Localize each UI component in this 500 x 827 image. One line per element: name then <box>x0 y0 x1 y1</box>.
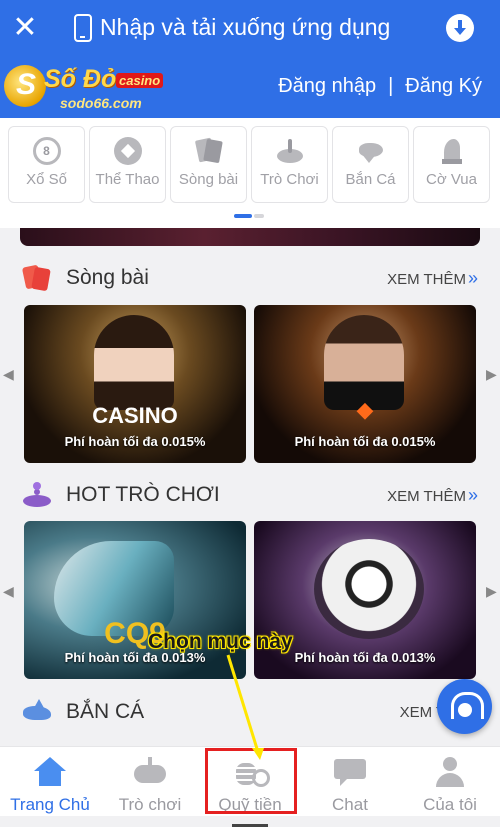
category-pager <box>234 214 264 218</box>
cards-icon <box>195 137 223 165</box>
nav-home[interactable]: Trang Chủ <box>0 747 100 816</box>
phone-icon <box>74 13 92 42</box>
category-list: 8 Xổ Số Thể Thao Sòng bài Trò Chơi Bắn C… <box>0 118 500 203</box>
card-caption: Phí hoàn tối đa 0.015% <box>294 434 436 449</box>
category-games[interactable]: Trò Chơi <box>251 126 328 203</box>
soccer-ball-icon <box>113 137 142 165</box>
app-banner-title[interactable]: Nhập và tải xuống ứng dụng <box>100 14 446 41</box>
close-icon[interactable]: ✕ <box>0 0 50 55</box>
category-casino[interactable]: Sòng bài <box>170 126 247 203</box>
nav-label: Chat <box>332 795 368 814</box>
download-icon[interactable] <box>446 13 474 42</box>
chevron-right-icon: » <box>467 267 478 288</box>
game-card[interactable]: CQ9 Phí hoàn tối đa 0.013% <box>24 521 246 679</box>
chevron-right-icon: » <box>467 484 478 505</box>
see-more-link[interactable]: XEM THÊM» <box>387 268 478 289</box>
scroll-right-icon[interactable]: ▶ <box>486 366 497 383</box>
category-label: Cờ Vua <box>426 171 477 188</box>
card-brand: CASINO <box>92 403 178 428</box>
scroll-right-icon[interactable]: ▶ <box>486 583 497 600</box>
category-bar: 8 Xổ Số Thể Thao Sòng bài Trò Chơi Bắn C… <box>0 118 500 228</box>
joystick-icon <box>22 481 52 509</box>
app-download-banner: ✕ Nhập và tải xuống ứng dụng <box>0 0 500 55</box>
roulette-icon <box>276 137 304 165</box>
fish-icon <box>357 137 385 165</box>
card-caption: Phí hoàn tối đa 0.015% <box>64 434 206 449</box>
category-fishing[interactable]: Bắn Cá <box>332 126 409 203</box>
chess-knight-icon <box>438 137 466 165</box>
annotation-highlight-box <box>205 748 297 814</box>
gamepad-icon <box>134 757 166 787</box>
logo-domain: sodo66.com <box>60 94 142 111</box>
promo-banner[interactable] <box>20 228 480 246</box>
site-logo[interactable]: Số Đỏ casino sodo66.com <box>4 59 174 115</box>
game-art-image <box>314 539 424 639</box>
scroll-left-icon[interactable]: ◀ <box>3 583 14 600</box>
home-icon <box>34 757 66 787</box>
chat-icon <box>334 757 366 787</box>
dealer-image <box>324 315 404 410</box>
pager-dot <box>254 214 264 218</box>
scroll-left-icon[interactable]: ◀ <box>3 366 14 383</box>
user-icon <box>434 757 466 787</box>
section-title: Sòng bài <box>66 266 149 289</box>
auth-links: Đăng nhập | Đăng Ký <box>278 75 482 98</box>
section-title: BẮN CÁ <box>66 700 145 723</box>
section-title: HOT TRÒ CHƠI <box>66 483 220 506</box>
category-sports[interactable]: Thể Thao <box>89 126 166 203</box>
nav-label: Trò chơi <box>118 795 182 814</box>
section-header-casino: Sòng bài XEM THÊM» <box>22 263 478 293</box>
login-link[interactable]: Đăng nhập <box>278 75 376 98</box>
dealer-image <box>94 315 174 410</box>
auth-separator: | <box>388 75 394 97</box>
see-more-label: XEM THÊM <box>387 487 466 505</box>
game-card[interactable]: Phí hoàn tối đa 0.013% <box>254 521 476 679</box>
cards-icon <box>22 264 52 292</box>
category-label: Trò Chơi <box>260 171 319 188</box>
logo-ball-icon <box>4 64 46 107</box>
category-label: Xổ Số <box>26 171 67 188</box>
casino-card[interactable]: ◆ Phí hoàn tối đa 0.015% <box>254 305 476 463</box>
category-lottery[interactable]: 8 Xổ Số <box>8 126 85 203</box>
nav-label: Trang Chủ <box>10 795 90 814</box>
category-label: Bắn Cá <box>345 171 396 188</box>
pager-dot-active <box>234 214 252 218</box>
nav-chat[interactable]: Chat <box>300 747 400 816</box>
section-header-fishing: BẮN CÁ XEM TH <box>22 697 478 727</box>
register-link[interactable]: Đăng Ký <box>405 75 482 98</box>
category-chess[interactable]: Cờ Vua <box>413 126 490 203</box>
home-indicator <box>0 816 500 827</box>
logo-name: Số Đỏ <box>44 64 117 93</box>
casino-card[interactable]: CASINO Phí hoàn tối đa 0.015% <box>24 305 246 463</box>
see-more-label: XEM THÊM <box>387 270 466 288</box>
support-headset-icon[interactable] <box>437 679 492 734</box>
nav-account[interactable]: Của tôi <box>400 747 500 816</box>
logo-tag: casino <box>116 72 164 88</box>
section-header-games: HOT TRÒ CHƠI XEM THÊM» <box>22 480 478 510</box>
site-header: Số Đỏ casino sodo66.com Đăng nhập | Đăng… <box>0 55 500 118</box>
nav-games[interactable]: Trò chơi <box>100 747 200 816</box>
lottery-ball-icon: 8 <box>32 137 61 165</box>
shark-icon <box>22 698 52 726</box>
nav-label: Của tôi <box>423 795 477 814</box>
category-label: Thể Thao <box>95 171 160 188</box>
card-brand-logo: ◆ <box>356 397 374 422</box>
category-label: Sòng bài <box>178 171 239 188</box>
annotation-text: Chọn mục này <box>148 630 293 653</box>
see-more-link[interactable]: XEM THÊM» <box>387 485 478 506</box>
